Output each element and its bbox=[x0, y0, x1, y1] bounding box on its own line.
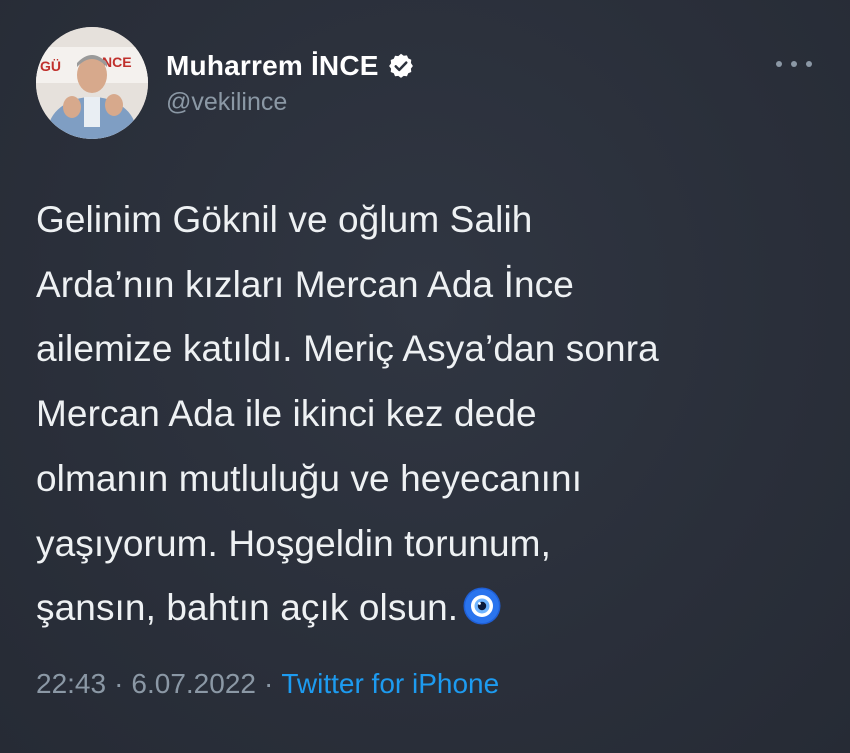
display-name[interactable]: Muharrem İNCE bbox=[166, 50, 379, 82]
tweet-line: Arda’nın kızları Mercan Ada İnce bbox=[36, 263, 574, 305]
tweet-date[interactable]: 6.07.2022 bbox=[131, 668, 256, 699]
name-row: Muharrem İNCE bbox=[166, 48, 415, 84]
tweet-line: yaşıyorum. Hoşgeldin torunum, bbox=[36, 522, 551, 564]
avatar[interactable]: GÜ NCE bbox=[36, 27, 148, 139]
nazar-evil-eye-icon bbox=[462, 582, 502, 625]
more-dot bbox=[806, 61, 812, 67]
tweet-text: Gelinim Göknil ve oğlum Salih Arda’nın k… bbox=[36, 188, 826, 641]
tweet-meta: 22:43 · 6.07.2022 · Twitter for iPhone bbox=[36, 668, 499, 700]
avatar-photo: GÜ NCE bbox=[36, 27, 148, 139]
tweet-line: Gelinim Göknil ve oğlum Salih bbox=[36, 199, 533, 240]
svg-text:NCE: NCE bbox=[102, 54, 132, 70]
tweet-line-last: şansın, bahtın açık olsun. bbox=[36, 576, 826, 641]
more-dot bbox=[791, 61, 797, 67]
svg-text:GÜ: GÜ bbox=[40, 58, 61, 74]
handle[interactable]: @vekilince bbox=[166, 88, 415, 117]
author-info: Muharrem İNCE @vekilince bbox=[166, 48, 415, 117]
meta-separator: · bbox=[263, 668, 274, 699]
meta-separator: · bbox=[114, 668, 124, 699]
more-options-icon[interactable] bbox=[776, 52, 812, 76]
tweet-card: GÜ NCE Muharrem İNCE @vekilince Gelinim … bbox=[0, 0, 850, 753]
tweet-line: olmanın mutluluğu ve heyecanını bbox=[36, 457, 583, 499]
tweet-line: Mercan Ada ile ikinci kez dede bbox=[36, 393, 537, 435]
tweet-time[interactable]: 22:43 bbox=[36, 668, 106, 699]
tweet-line-text: şansın, bahtın açık olsun. bbox=[36, 587, 459, 629]
verified-badge-icon bbox=[387, 52, 415, 80]
more-dot bbox=[776, 61, 782, 67]
tweet-line: ailemize katıldı. Meriç Asya’dan sonra bbox=[36, 328, 659, 370]
source-link[interactable]: Twitter for iPhone bbox=[281, 668, 499, 699]
